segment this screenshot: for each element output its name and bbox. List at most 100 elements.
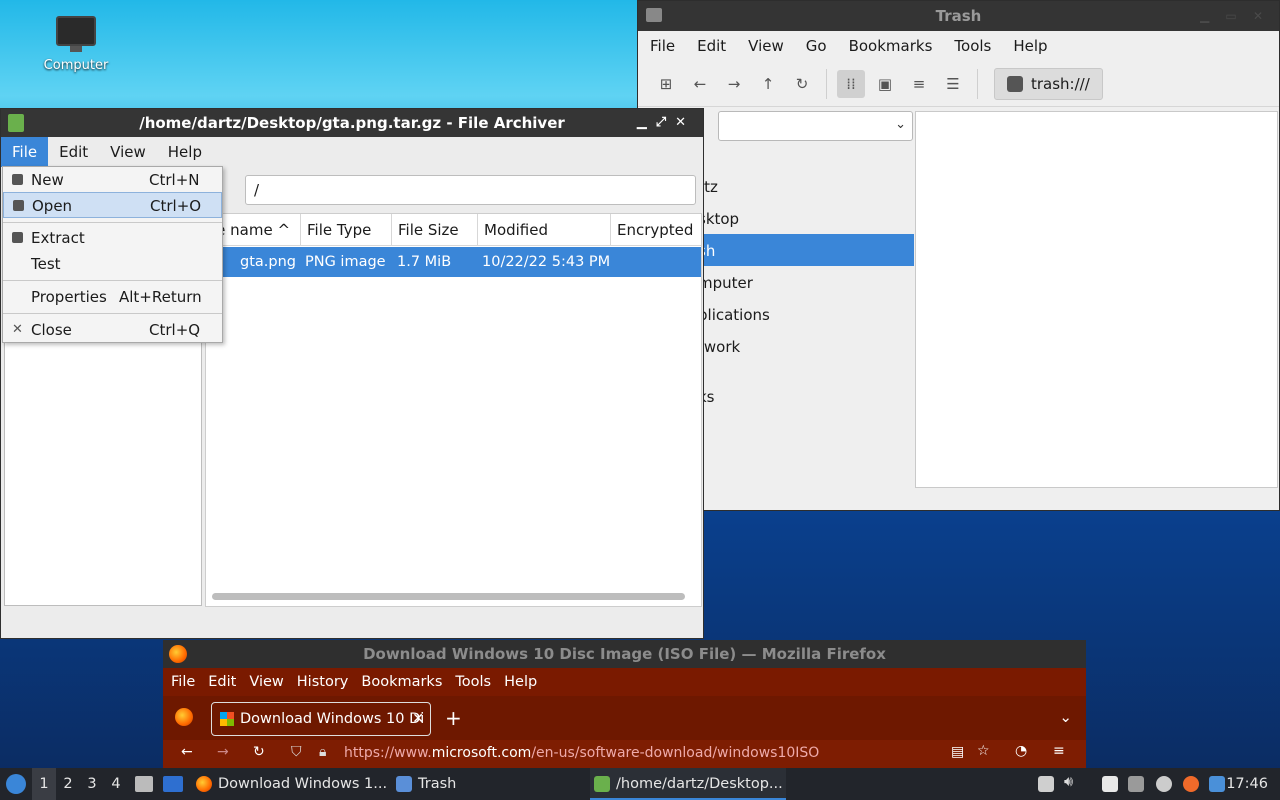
- shield-icon[interactable]: ⛉: [291, 744, 302, 760]
- forward-icon[interactable]: →: [720, 70, 748, 98]
- menu-file[interactable]: File: [650, 37, 675, 55]
- workspace-4[interactable]: 4: [104, 768, 128, 800]
- list-all-tabs-icon[interactable]: ⌄: [1059, 708, 1072, 726]
- desktop-icon-label: Computer: [43, 58, 109, 73]
- updates-icon[interactable]: [1156, 776, 1172, 792]
- menu-item-properties[interactable]: Properties Alt+Return: [3, 284, 222, 310]
- lock-icon[interactable]: 🔒︎: [319, 744, 326, 760]
- sort-ascending-icon: ^: [277, 221, 291, 239]
- menu-history[interactable]: History: [297, 674, 349, 690]
- reader-view-icon[interactable]: ▤: [951, 744, 964, 760]
- sidebar-item-applications[interactable]: plications: [698, 306, 770, 324]
- file-manager-launcher-icon[interactable]: [135, 776, 153, 792]
- menu-item-shortcut: Ctrl+N: [149, 171, 200, 189]
- detailed-list-view-icon[interactable]: ☰: [939, 70, 967, 98]
- horizontal-scrollbar[interactable]: [212, 593, 685, 600]
- back-icon[interactable]: ←: [686, 70, 714, 98]
- back-icon[interactable]: ←: [181, 744, 193, 760]
- menu-file[interactable]: File: [171, 674, 195, 690]
- trash-toolbar: ⊞ ← → ↑ ↻ ⁞⁞ ▣ ≡ ☰ trash:///: [638, 61, 1279, 107]
- location-field[interactable]: /: [245, 175, 696, 205]
- sidebar-item-computer[interactable]: mputer: [698, 274, 753, 292]
- new-tab-icon[interactable]: +: [445, 706, 462, 730]
- path-button[interactable]: trash:///: [994, 67, 1103, 100]
- menu-item-extract[interactable]: Extract: [3, 225, 222, 251]
- reload-icon[interactable]: ↻: [788, 70, 816, 98]
- notifications-icon[interactable]: [1209, 776, 1225, 792]
- firefox-titlebar[interactable]: Download Windows 10 Disc Image (ISO File…: [163, 640, 1086, 668]
- menu-item-test[interactable]: Test: [3, 251, 222, 277]
- menu-view[interactable]: View: [249, 674, 283, 690]
- monitor-icon: [56, 16, 96, 52]
- column-encrypted[interactable]: Encrypted: [611, 214, 703, 246]
- menu-edit[interactable]: Edit: [48, 137, 99, 167]
- menu-view[interactable]: View: [748, 37, 784, 55]
- menu-view[interactable]: View: [99, 137, 157, 167]
- menu-item-new[interactable]: New Ctrl+N: [3, 167, 222, 193]
- menu-help[interactable]: Help: [1013, 37, 1047, 55]
- icon-view-icon[interactable]: ⁞⁞: [837, 69, 865, 98]
- menu-icon[interactable]: ≡: [1053, 743, 1065, 759]
- eject-icon[interactable]: [1038, 776, 1054, 792]
- ubuntu-icon[interactable]: [1183, 776, 1199, 792]
- start-menu-icon[interactable]: [6, 774, 26, 794]
- menu-bookmarks[interactable]: Bookmarks: [361, 674, 442, 690]
- folder-icon: [396, 776, 412, 792]
- menu-item-shortcut: Alt+Return: [119, 288, 202, 306]
- firefox-view-icon[interactable]: [175, 708, 193, 726]
- menu-help[interactable]: Help: [157, 137, 213, 167]
- window-controls[interactable]: ▁⤢✕: [637, 109, 695, 137]
- task-archiver[interactable]: /home/dartz/Desktop...: [590, 768, 786, 800]
- forward-icon[interactable]: →: [217, 744, 229, 760]
- column-type[interactable]: File Type: [301, 214, 392, 246]
- navigation-bar: ← → ↻ ⛉ 🔒︎ https://www.microsoft.com/en-…: [163, 740, 1086, 768]
- new-tab-icon[interactable]: ⊞: [652, 70, 680, 98]
- menu-go[interactable]: Go: [806, 37, 827, 55]
- menu-file[interactable]: File: [1, 137, 49, 167]
- browser-tab[interactable]: Download Windows 10 Di ✕: [211, 702, 431, 736]
- menu-item-label: Close: [31, 321, 72, 339]
- column-size[interactable]: File Size: [392, 214, 478, 246]
- archive-icon: [8, 114, 24, 132]
- desktop-computer-icon[interactable]: Computer: [36, 16, 116, 73]
- archiver-titlebar[interactable]: /home/dartz/Desktop/gta.png.tar.gz - Fil…: [1, 109, 703, 137]
- trash-file-view[interactable]: [915, 111, 1278, 488]
- clipboard-icon[interactable]: [1102, 776, 1118, 792]
- close-tab-icon[interactable]: ✕: [412, 703, 424, 735]
- archive-file-list[interactable]: le name ^ File Type File Size Modified E…: [205, 213, 702, 607]
- reload-icon[interactable]: ↻: [253, 744, 265, 760]
- menu-item-open[interactable]: Open Ctrl+O: [3, 192, 222, 218]
- sidebar-item-network[interactable]: twork: [698, 338, 740, 356]
- clock[interactable]: 17:46: [1226, 768, 1268, 800]
- task-label: Trash: [418, 776, 457, 792]
- task-trash[interactable]: Trash: [392, 768, 456, 800]
- window-controls[interactable]: ▁ ▭ ✕: [1200, 1, 1269, 31]
- task-firefox[interactable]: Download Windows 1...: [192, 768, 387, 800]
- menu-separator: [3, 280, 222, 281]
- menu-edit[interactable]: Edit: [208, 674, 236, 690]
- table-row[interactable]: gta.png PNG image 1.7 MiB 10/22/22 5:43 …: [206, 247, 701, 277]
- trash-titlebar[interactable]: Trash ▁ ▭ ✕: [638, 1, 1279, 31]
- column-modified[interactable]: Modified: [478, 214, 611, 246]
- network-icon[interactable]: [1128, 776, 1144, 792]
- menu-tools[interactable]: Tools: [455, 674, 491, 690]
- menu-item-label: Test: [31, 255, 61, 273]
- menu-bookmarks[interactable]: Bookmarks: [849, 37, 933, 55]
- menu-item-close[interactable]: ✕ Close Ctrl+Q: [3, 317, 222, 343]
- url-field[interactable]: https://www.microsoft.com/en-us/software…: [344, 745, 819, 761]
- menu-tools[interactable]: Tools: [954, 37, 991, 55]
- compact-view-icon[interactable]: ≡: [905, 70, 933, 98]
- account-icon[interactable]: ◔: [1015, 743, 1027, 759]
- volume-icon[interactable]: 🔊︎: [1064, 774, 1073, 790]
- sidebar-mode-combo[interactable]: ⌄: [718, 111, 913, 141]
- bookmark-star-icon[interactable]: ☆: [977, 743, 990, 759]
- workspace-1[interactable]: 1: [32, 768, 56, 800]
- menu-help[interactable]: Help: [504, 674, 537, 690]
- sidebar-item-desktop[interactable]: sktop: [698, 210, 739, 228]
- menu-edit[interactable]: Edit: [697, 37, 726, 55]
- up-icon[interactable]: ↑: [754, 70, 782, 98]
- show-desktop-icon[interactable]: [163, 776, 183, 792]
- thumbnail-view-icon[interactable]: ▣: [871, 70, 899, 98]
- workspace-3[interactable]: 3: [80, 768, 104, 800]
- workspace-2[interactable]: 2: [56, 768, 80, 800]
